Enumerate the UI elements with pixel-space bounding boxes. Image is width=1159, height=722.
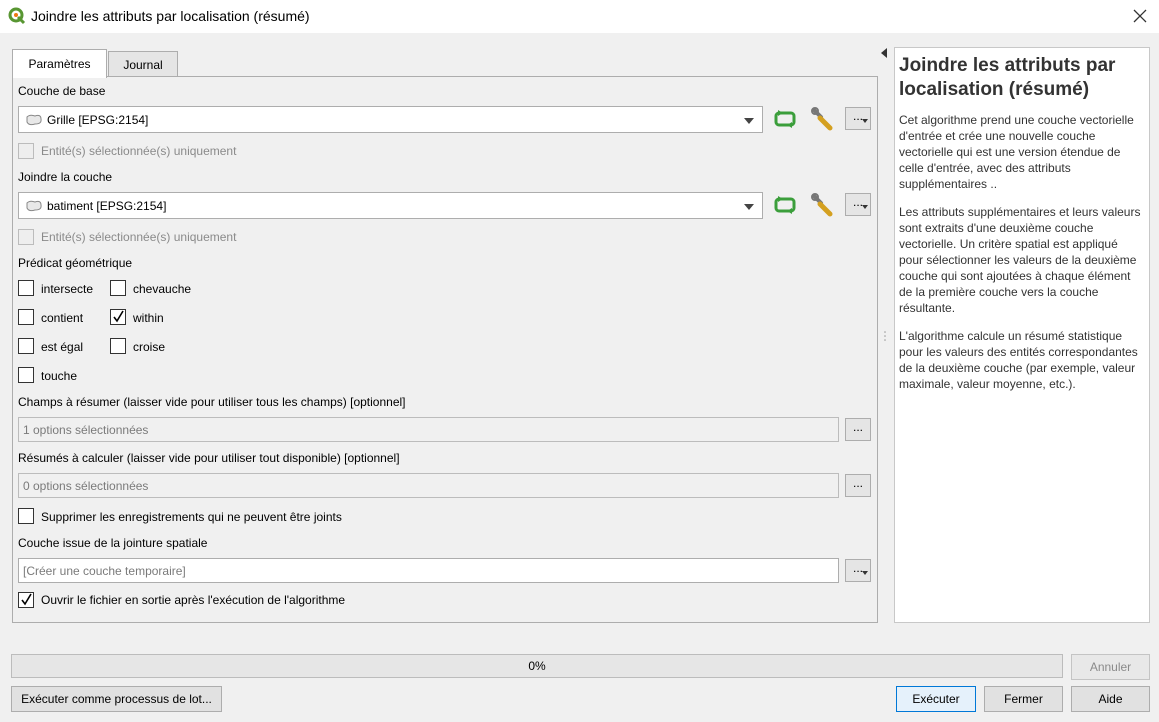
base-selected-only-checkbox[interactable] bbox=[18, 143, 34, 159]
checkmark-icon bbox=[21, 593, 32, 606]
wrench-icon[interactable] bbox=[809, 192, 835, 218]
checkmark-icon bbox=[113, 310, 124, 323]
tab-parametres[interactable]: Paramètres bbox=[12, 49, 107, 78]
predicate-intersecte-label: intersecte bbox=[41, 282, 94, 296]
predicate-intersecte-checkbox[interactable] bbox=[18, 280, 34, 296]
output-more-button[interactable]: ... bbox=[845, 559, 871, 582]
refresh-icon[interactable] bbox=[772, 106, 798, 132]
fields-summary-value: 1 options sélectionnées bbox=[23, 423, 149, 437]
dropdown-arrow-icon bbox=[862, 119, 868, 123]
summaries-label: Résumés à calculer (laisser vide pour ut… bbox=[18, 451, 400, 465]
run-button[interactable]: Exécuter bbox=[896, 686, 976, 712]
base-layer-combo[interactable]: Grille [EPSG:2154] bbox=[18, 106, 763, 133]
join-layer-more-button[interactable]: ... bbox=[845, 193, 871, 216]
open-after-checkbox[interactable] bbox=[18, 592, 34, 608]
predicate-croise-checkbox[interactable] bbox=[110, 338, 126, 354]
summaries-field[interactable]: 0 options sélectionnées bbox=[18, 473, 839, 498]
output-placeholder: [Créer une couche temporaire] bbox=[23, 564, 186, 578]
predicate-croise-label: croise bbox=[133, 340, 166, 354]
predicate-touche-label: touche bbox=[41, 369, 78, 383]
join-layer-combo[interactable]: batiment [EPSG:2154] bbox=[18, 192, 763, 219]
predicate-est-egal-label: est égal bbox=[41, 340, 84, 354]
batch-process-button[interactable]: Exécuter comme processus de lot... bbox=[11, 686, 222, 712]
dropdown-arrow-icon bbox=[862, 571, 868, 575]
summaries-value: 0 options sélectionnées bbox=[23, 479, 149, 493]
title-bar: Joindre les attributs par localisation (… bbox=[0, 0, 1159, 33]
dropdown-arrow-icon bbox=[744, 204, 754, 210]
progress-text: 0% bbox=[528, 659, 546, 673]
base-layer-label: Couche de base bbox=[18, 84, 106, 98]
predicate-label: Prédicat géométrique bbox=[18, 256, 133, 270]
help-button[interactable]: Aide bbox=[1071, 686, 1150, 712]
fields-summary-field[interactable]: 1 options sélectionnées bbox=[18, 417, 839, 442]
join-selected-only-label: Entité(s) sélectionnée(s) uniquement bbox=[41, 230, 237, 244]
vector-layer-icon bbox=[26, 200, 42, 212]
collapse-help-icon[interactable] bbox=[881, 48, 887, 58]
help-title: Joindre les attributs par localisation (… bbox=[899, 55, 1116, 100]
predicate-touche-checkbox[interactable] bbox=[18, 367, 34, 383]
predicate-within-checkbox[interactable] bbox=[110, 309, 126, 325]
splitter-handle[interactable] bbox=[884, 330, 886, 344]
tab-journal[interactable]: Journal bbox=[108, 51, 178, 77]
join-layer-value: batiment [EPSG:2154] bbox=[47, 199, 167, 213]
help-panel: Joindre les attributs par localisation (… bbox=[894, 47, 1150, 623]
close-button[interactable]: Fermer bbox=[984, 686, 1063, 712]
dropdown-arrow-icon bbox=[862, 205, 868, 209]
base-layer-value: Grille [EPSG:2154] bbox=[47, 113, 149, 127]
close-icon[interactable] bbox=[1129, 5, 1151, 27]
help-paragraph: L'algorithme calcule un résumé statistiq… bbox=[899, 329, 1138, 391]
join-layer-label: Joindre la couche bbox=[18, 170, 113, 184]
base-selected-only-label: Entité(s) sélectionnée(s) uniquement bbox=[41, 144, 237, 158]
vector-layer-icon bbox=[26, 114, 42, 126]
predicate-contient-label: contient bbox=[41, 311, 84, 325]
fields-summary-label: Champs à résumer (laisser vide pour util… bbox=[18, 395, 406, 409]
cancel-button[interactable]: Annuler bbox=[1071, 654, 1150, 680]
window-title: Joindre les attributs par localisation (… bbox=[31, 8, 310, 24]
help-paragraph: Cet algorithme prend une couche vectorie… bbox=[899, 113, 1134, 191]
join-selected-only-checkbox[interactable] bbox=[18, 229, 34, 245]
progress-bar: 0% bbox=[11, 654, 1063, 678]
dropdown-arrow-icon bbox=[744, 118, 754, 124]
base-layer-more-button[interactable]: ... bbox=[845, 107, 871, 130]
open-after-label: Ouvrir le fichier en sortie après l'exéc… bbox=[41, 593, 346, 607]
predicate-chevauche-checkbox[interactable] bbox=[110, 280, 126, 296]
predicate-est-egal-checkbox[interactable] bbox=[18, 338, 34, 354]
predicate-within-label: within bbox=[133, 311, 164, 325]
predicate-contient-checkbox[interactable] bbox=[18, 309, 34, 325]
discard-nonmatching-label: Supprimer les enregistrements qui ne peu… bbox=[41, 510, 342, 524]
output-field[interactable]: [Créer une couche temporaire] bbox=[18, 558, 839, 583]
output-label: Couche issue de la jointure spatiale bbox=[18, 536, 208, 550]
wrench-icon[interactable] bbox=[809, 106, 835, 132]
fields-summary-button[interactable]: ... bbox=[845, 418, 871, 441]
discard-nonmatching-checkbox[interactable] bbox=[18, 508, 34, 524]
refresh-icon[interactable] bbox=[772, 192, 798, 218]
summaries-button[interactable]: ... bbox=[845, 474, 871, 497]
help-paragraph: Les attributs supplémentaires et leurs v… bbox=[899, 205, 1141, 315]
predicate-chevauche-label: chevauche bbox=[133, 282, 192, 296]
parameters-panel: Couche de base Grille [EPSG:2154] ... En… bbox=[12, 76, 878, 623]
qgis-logo-icon bbox=[8, 7, 26, 25]
